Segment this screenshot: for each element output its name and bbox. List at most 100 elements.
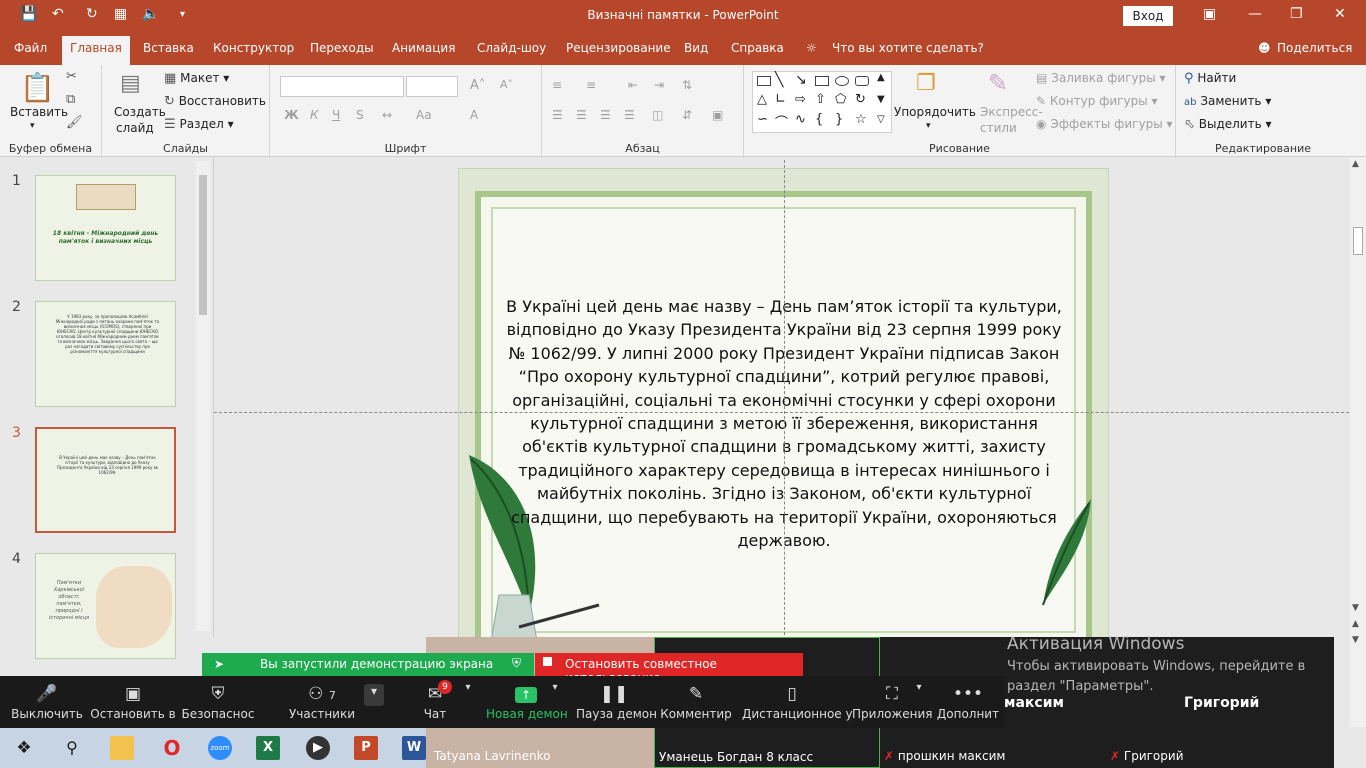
bold-button[interactable]: Ж [284,108,299,122]
right-brace-icon[interactable]: } [835,112,843,127]
freeform-shape-icon[interactable]: ∿ [795,112,806,127]
font-color-icon[interactable]: A [470,108,478,122]
tab-file[interactable]: Файл [14,41,47,55]
up-arrow-shape-icon[interactable]: ⇧ [815,92,826,107]
apps-options-icon[interactable]: ▾ [912,682,926,696]
align-center-icon[interactable]: ☰ [576,108,587,122]
tab-slideshow[interactable]: Слайд-шоу [477,41,546,55]
font-size-combo[interactable] [406,76,458,97]
slide-thumbnail-4[interactable]: Пам'ятки Харківської області: пам'ятки, … [35,553,176,659]
powerpoint-icon[interactable]: P [354,736,378,760]
find-button[interactable]: ⚲ Найти [1184,71,1236,86]
tab-design[interactable]: Конструктор [213,41,294,55]
slide-thumbnail-3[interactable]: В Україні цей день має назву – День пам'… [33,425,178,535]
align-left-icon[interactable]: ☰ [552,108,563,122]
increase-indent-icon[interactable]: ⇥ [654,78,664,92]
tab-insert[interactable]: Вставка [143,41,194,55]
remote-control-button[interactable]: ▯ Дистанционное у [742,676,853,728]
quick-styles-icon[interactable]: ✎ [988,69,1008,97]
underline-button[interactable]: Ч [332,108,340,122]
right-arrow-shape-icon[interactable]: ⇨ [795,92,806,107]
close-icon[interactable]: ✕ [1334,6,1346,22]
scroll-down-icon[interactable]: ▼ [1352,603,1359,613]
windows-start-icon[interactable]: ❖ [12,736,36,760]
zoom-app-icon[interactable]: zoom [208,736,232,760]
annotate-button[interactable]: ✎ Комментир [660,676,732,728]
layout-button[interactable]: ▦ Макет ▾ [164,71,229,86]
file-explorer-icon[interactable] [110,736,134,760]
select-button[interactable]: ⬁ Выделить ▾ [1184,117,1272,132]
slide-thumbnail-1[interactable]: 18 квітня - Міжнародний день пам'яток і … [35,175,176,281]
justify-icon[interactable]: ☰ [624,108,635,122]
textbox-shape-icon[interactable] [757,76,771,86]
slide-scrollbar[interactable]: ▲ ▼ ▲ ▼ [1350,157,1366,727]
shapes-gallery[interactable]: ╲ ↘ △ ∟ ⇨ ⇧ ⬠ ↻ ∽ ⌒ ∿ { } ☆ ▲ ▼ ▽ [752,71,892,133]
media-player-icon[interactable]: ▶ [306,736,330,760]
smartart-icon[interactable]: ▣ [712,108,723,122]
quick-styles-label[interactable]: стили [980,121,1017,135]
replace-button[interactable]: ab Заменить ▾ [1184,94,1271,108]
tab-view[interactable]: Вид [684,41,708,55]
gallery-more-icon[interactable]: ▽ [877,114,885,125]
chat-options-icon[interactable]: ▾ [462,682,474,696]
shrink-font-icon[interactable]: A˅ [500,78,513,91]
reset-button[interactable]: ↻ Восстановить [164,94,266,109]
share-button[interactable]: Поделиться [1277,41,1352,55]
new-slide-icon[interactable]: ▤ [120,71,141,96]
maximize-icon[interactable]: ❐ [1290,6,1303,22]
arrange-icon[interactable]: ❐ [916,71,936,96]
word-icon[interactable]: W [402,736,426,760]
tab-review[interactable]: Рецензирование [566,41,671,55]
new-slide-button[interactable]: Создать [114,105,166,119]
mute-button[interactable]: 🎤 Выключить [8,676,86,728]
gallery-down-icon[interactable]: ▼ [877,94,885,105]
bracket-shape-icon[interactable]: ↻ [855,92,866,107]
tab-animations[interactable]: Анимация [392,41,455,55]
char-spacing-icon[interactable]: ↔ [382,108,392,122]
tab-help[interactable]: Справка [731,41,784,55]
curve-shape-icon[interactable]: ∽ [757,112,768,127]
slides-scroll-thumb[interactable] [199,175,207,315]
change-case-icon[interactable]: Aa [416,108,432,122]
paste-dropdown-icon[interactable]: ▾ [30,121,35,131]
shape-fill-button[interactable]: ▤ Заливка фигуры ▾ [1036,71,1166,85]
line-shape-icon[interactable]: ╲ [775,72,783,88]
opera-icon[interactable]: O [160,736,184,760]
decrease-indent-icon[interactable]: ⇤ [628,78,638,92]
left-brace-icon[interactable]: { [815,112,823,127]
login-button[interactable]: Вход [1123,6,1173,26]
minimize-icon[interactable]: — [1248,6,1262,22]
vertical-guide[interactable] [784,160,785,640]
strikethrough-button[interactable]: S [356,108,364,122]
arrange-button[interactable]: Упорядочить [894,105,976,119]
shape-effects-button[interactable]: ◉ Эффекты фигуры ▾ [1036,117,1173,131]
align-right-icon[interactable]: ☰ [600,108,611,122]
tab-transitions[interactable]: Переходы [310,41,374,55]
arrow-shape-icon[interactable]: ↘ [795,72,807,88]
connector-shape-icon[interactable]: ∟ [775,92,786,107]
cut-icon[interactable]: ✂ [66,69,77,84]
rounded-rect-shape-icon[interactable] [855,76,869,86]
format-painter-icon[interactable]: 🖌 [66,115,83,130]
tab-home[interactable]: Главная [62,36,130,65]
stop-share-button[interactable]: Остановить совместное использование [535,653,803,685]
paste-icon[interactable]: 📋 [20,71,55,104]
font-name-combo[interactable] [280,76,404,97]
arrange-dropdown-icon[interactable]: ▾ [926,121,931,131]
slide-scroll-thumb[interactable] [1353,227,1363,255]
security-button[interactable]: ⛨ Безопаснос [180,676,256,728]
more-button[interactable]: ••• Дополнит [936,676,1000,728]
star-shape-icon[interactable]: ☆ [855,112,867,127]
prev-slide-icon[interactable]: ▲ [1352,619,1359,629]
quick-styles-button[interactable]: Экспресс- [980,105,1043,119]
scroll-up-icon[interactable]: ▲ [1352,159,1359,169]
share-options-icon[interactable]: ▾ [548,682,562,696]
columns-icon[interactable]: ◫ [652,108,663,122]
arc-shape-icon[interactable]: ⌒ [775,112,788,131]
stop-video-button[interactable]: ▣ Остановить в [90,676,176,728]
pentagon-shape-icon[interactable]: ⬠ [835,92,846,107]
text-direction-icon[interactable]: ⇵ [682,108,692,122]
grow-font-icon[interactable]: A˄ [470,78,485,93]
line-spacing-icon[interactable]: ⇅ [682,78,692,92]
ribbon-display-icon[interactable]: ▣ [1203,6,1216,22]
